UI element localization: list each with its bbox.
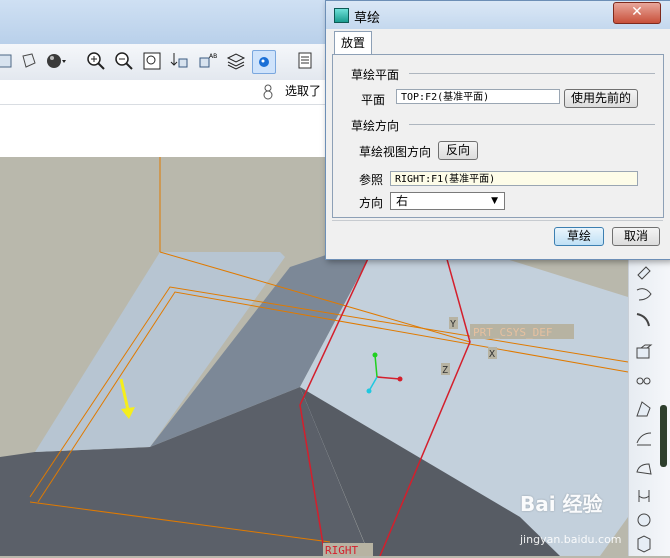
appearance-icon[interactable] — [44, 50, 66, 72]
sketch-dialog: 草绘 ✕ 放置 草绘平面 平面 TOP:F2(基准平面) 使用先前的 草绘方向 … — [325, 0, 670, 260]
mirror-icon[interactable] — [633, 533, 655, 555]
sweep-icon[interactable] — [633, 309, 655, 331]
section-divider — [409, 73, 655, 74]
draft-icon[interactable] — [633, 398, 655, 420]
selection-filter-icon[interactable] — [262, 83, 274, 101]
direction-value: 右 — [396, 194, 409, 208]
csys-label: PRT_CSYS_DEF — [473, 326, 552, 339]
dialog-title-bar[interactable]: 草绘 ✕ — [326, 1, 670, 29]
sketch-button[interactable]: 草绘 — [554, 227, 604, 246]
direction-select[interactable]: 右 ▼ — [390, 192, 505, 210]
sketch-icon[interactable] — [0, 50, 16, 72]
zoom-out-icon[interactable] — [113, 50, 135, 72]
reference-label: 参照 — [359, 173, 384, 187]
footer-divider — [332, 220, 663, 221]
placement-panel: 草绘平面 平面 TOP:F2(基准平面) 使用先前的 草绘方向 草绘视图方向 反… — [332, 54, 664, 218]
saved-views-icon[interactable]: AB — [198, 50, 220, 72]
csys-axis-x-label: X — [489, 349, 495, 360]
watermark-logo: Bai 经验 — [520, 492, 603, 516]
chevron-down-icon: ▼ — [491, 196, 498, 206]
orientation-section-title: 草绘方向 — [351, 119, 400, 133]
svg-text:AB: AB — [209, 53, 217, 60]
hole-icon[interactable] — [633, 485, 655, 507]
layers-icon[interactable] — [225, 50, 247, 72]
toolbar-scroll-indicator[interactable] — [660, 405, 667, 467]
close-button[interactable]: ✕ — [613, 2, 661, 24]
right-datum-label: RIGHT — [325, 544, 358, 556]
tab-placement[interactable]: 放置 — [334, 31, 372, 54]
rib-icon[interactable] — [633, 368, 655, 390]
round-icon[interactable] — [633, 427, 655, 449]
reference-field[interactable]: RIGHT:F1(基准平面) — [390, 171, 638, 186]
zoom-in-icon[interactable] — [85, 50, 107, 72]
dialog-tabs: 放置 — [332, 31, 665, 55]
plane-field[interactable]: TOP:F2(基准平面) — [396, 89, 560, 104]
csys-axis-y-label: Y — [450, 319, 456, 330]
orient-icon[interactable] — [168, 50, 190, 72]
shade-icon[interactable] — [18, 50, 40, 72]
watermark-url: jingyan.baidu.com — [520, 533, 622, 546]
section-divider-2 — [409, 124, 655, 125]
revolve-icon[interactable] — [633, 284, 655, 306]
dialog-app-icon — [334, 8, 349, 23]
csys-axis-z-label: Z — [442, 365, 448, 376]
refit-icon[interactable] — [141, 50, 163, 72]
chamfer-icon[interactable] — [633, 456, 655, 478]
direction-label: 方向 — [359, 196, 384, 210]
pattern-icon[interactable] — [633, 509, 655, 531]
spin-center-icon[interactable] — [252, 50, 276, 74]
cancel-button[interactable]: 取消 — [612, 227, 660, 246]
dialog-title: 草绘 — [354, 11, 381, 26]
plane-label: 平面 — [361, 93, 386, 107]
feature-toolbar — [628, 255, 670, 556]
extrude-icon[interactable] — [633, 259, 655, 281]
selection-count-label: 选取了 — [285, 84, 322, 98]
use-previous-button[interactable]: 使用先前的 — [564, 89, 638, 108]
sketch-plane-section-title: 草绘平面 — [351, 68, 400, 82]
view-direction-label: 草绘视图方向 — [359, 145, 432, 159]
flip-button[interactable]: 反向 — [438, 141, 478, 160]
shell-icon[interactable] — [633, 342, 655, 364]
model-tree-icon[interactable] — [296, 50, 318, 72]
